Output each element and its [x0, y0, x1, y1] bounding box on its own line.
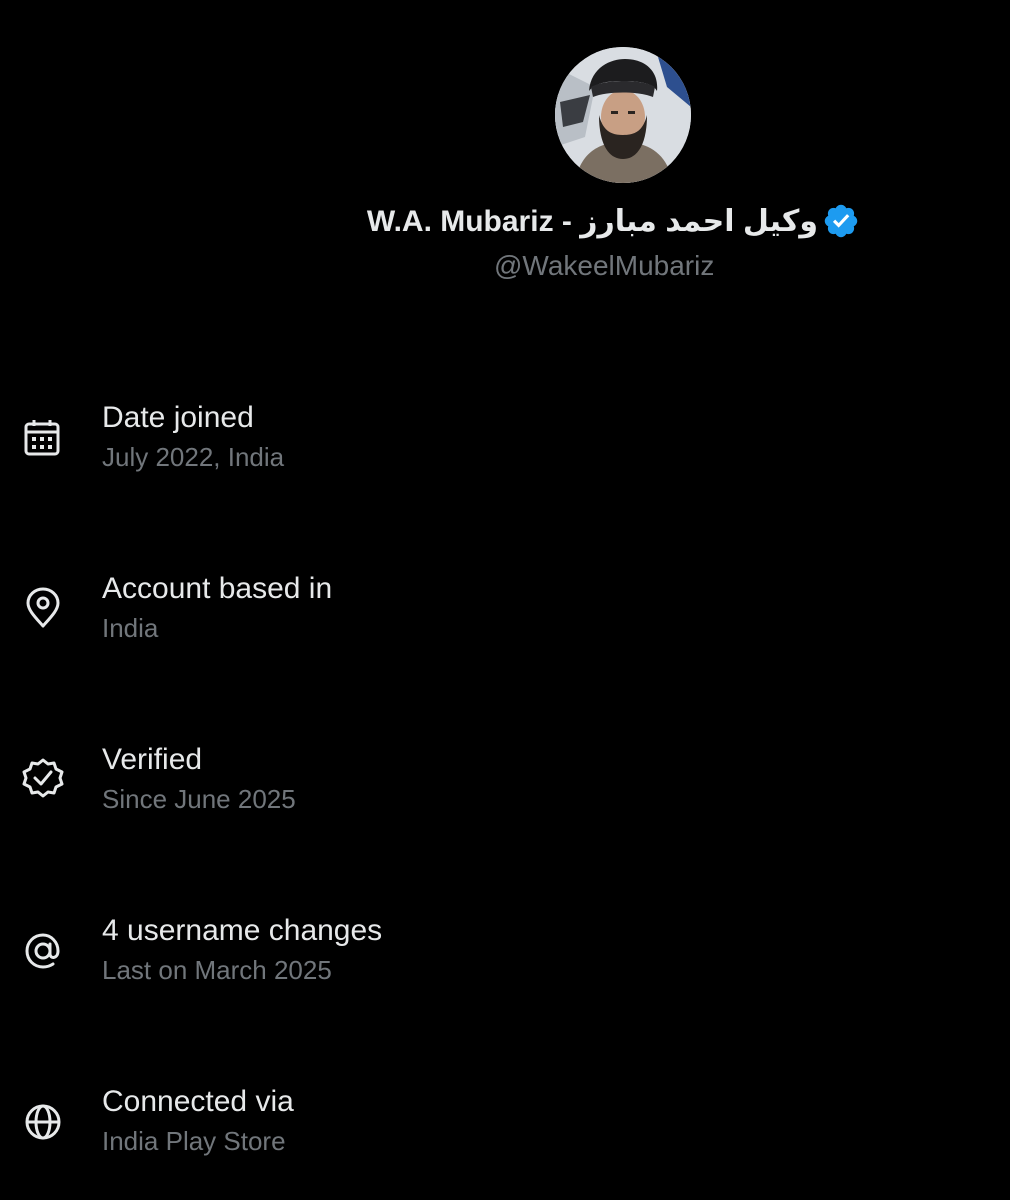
info-subtitle: India: [102, 613, 159, 643]
info-subtitle: Since June 2025: [102, 784, 296, 814]
name-row: W.A. Mubariz - وکیل احمد مبارز: [0, 196, 1010, 248]
info-item-account-based-in: Account based in India: [0, 566, 1010, 666]
at-sign-icon: [18, 926, 68, 976]
info-title: Date joined: [102, 401, 254, 434]
verified-check-icon: [18, 755, 68, 805]
info-title: 4 username changes: [102, 914, 383, 947]
info-title: Verified: [102, 743, 203, 776]
info-subtitle: Last on March 2025: [102, 955, 332, 985]
verified-badge-icon: [822, 202, 860, 240]
location-pin-icon: [18, 584, 68, 634]
info-item-date-joined: Date joined July 2022, India: [0, 395, 1010, 495]
globe-icon: [18, 1097, 68, 1147]
info-item-username-changes: 4 username changes Last on March 2025: [0, 908, 1010, 1008]
calendar-icon: [18, 413, 68, 463]
display-name: W.A. Mubariz - وکیل احمد مبارز: [366, 205, 818, 238]
avatar-image: [555, 47, 691, 183]
profile-handle[interactable]: @WakeelMubariz: [0, 250, 1010, 282]
info-title: Connected via: [102, 1085, 294, 1118]
info-item-verified: Verified Since June 2025: [0, 737, 1010, 837]
info-title: Account based in: [102, 572, 333, 605]
info-item-connected-via: Connected via India Play Store: [0, 1079, 1010, 1179]
info-subtitle: July 2022, India: [102, 442, 285, 472]
info-subtitle: India Play Store: [102, 1126, 286, 1156]
avatar[interactable]: [555, 47, 691, 183]
profile-header: W.A. Mubariz - وکیل احمد مبارز @WakeelMu…: [0, 0, 1010, 300]
